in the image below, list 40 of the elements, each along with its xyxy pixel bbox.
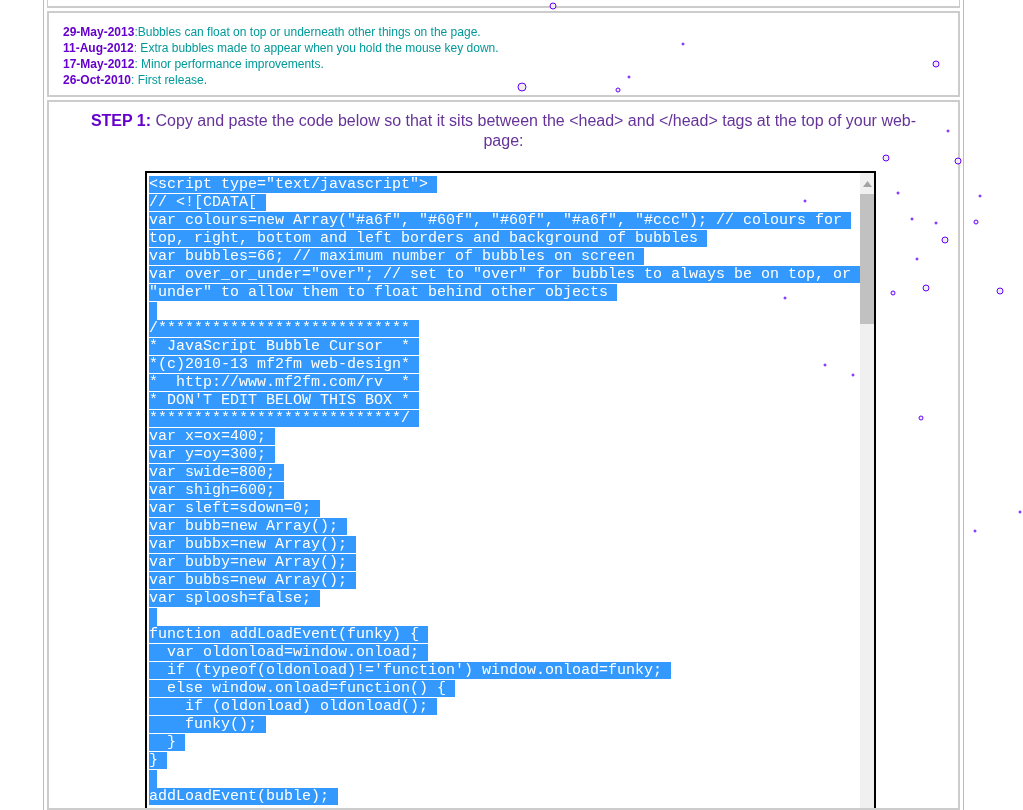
blank-line-selection	[149, 608, 157, 626]
bubble-icon	[803, 199, 807, 203]
bubble-icon	[996, 287, 1004, 295]
bubble-icon	[946, 129, 950, 133]
code-field[interactable]	[145, 171, 876, 808]
bubble-icon	[915, 257, 919, 261]
changelog-date: 29-May-2013	[63, 25, 135, 39]
scrollbar-thumb[interactable]	[860, 194, 874, 324]
bubble-icon	[882, 154, 890, 162]
bubble-icon	[681, 42, 685, 46]
bubble-icon	[783, 296, 787, 300]
bubble-icon	[973, 529, 977, 533]
blank-line-selection	[149, 770, 157, 788]
bubble-icon	[627, 75, 631, 79]
bubble-icon	[517, 82, 527, 92]
bubble-icon	[941, 236, 949, 244]
bubble-icon	[615, 87, 621, 93]
bubble-icon	[896, 191, 900, 195]
bubble-icon	[934, 221, 938, 225]
bubble-icon	[932, 60, 940, 68]
scroll-up-arrow-icon[interactable]	[863, 181, 873, 187]
bubble-icon	[918, 415, 924, 421]
bubble-icon	[549, 2, 557, 10]
changelog-text: : First release.	[131, 73, 208, 87]
bubble-icon	[823, 363, 827, 367]
bubble-icon	[954, 157, 962, 165]
blank-line-selection	[149, 302, 157, 320]
bubble-icon	[922, 284, 930, 292]
changelog-text: : Minor performance improvements.	[134, 57, 324, 71]
bubble-icon	[910, 217, 914, 221]
bubble-icon	[851, 373, 855, 377]
scrollbar[interactable]	[860, 173, 874, 808]
step-instructions: STEP 1: Copy and paste the code below so that it sits between the <head> and </head> tags at the top of your web-page:	[89, 111, 918, 151]
bubble-icon	[890, 290, 896, 296]
bubble-icon	[978, 194, 982, 198]
changelog-text: : Extra bubbles made to appear when you hold the mouse key down.	[133, 41, 499, 55]
bubble-icon	[973, 219, 979, 225]
changelog-text: :Bubbles can float on top or underneath other things on the page.	[134, 25, 481, 39]
changelog-date: 11-Aug-2012	[63, 41, 134, 55]
bubble-icon	[1018, 510, 1022, 514]
